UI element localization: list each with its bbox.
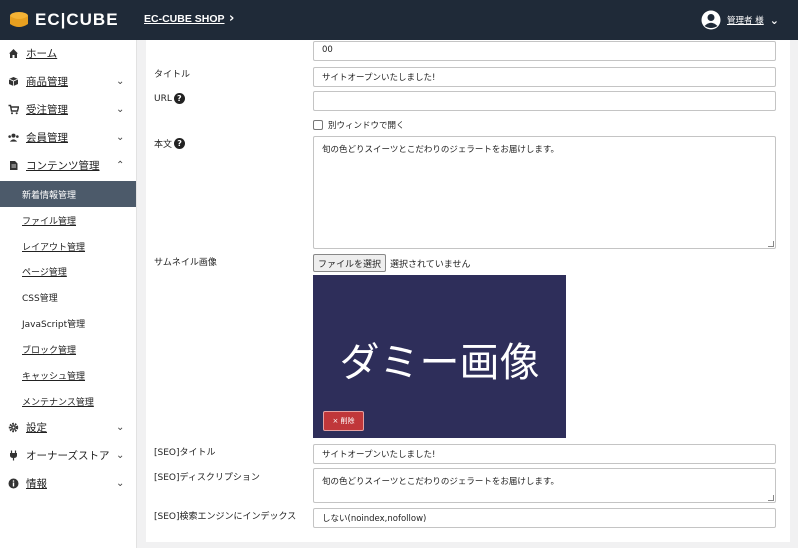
thumbnail-dummy-text: ダミー画像 xyxy=(339,340,540,386)
sidebar-subitem-layout[interactable]: レイアウト管理 xyxy=(0,233,136,259)
sidebar-item-info[interactable]: 情報 ⌄ xyxy=(0,470,136,496)
chevron-down-icon: ⌄ xyxy=(116,477,125,489)
seo-title-input[interactable]: サイトオープンいたしました! xyxy=(313,444,776,464)
new-window-label: 別ウィンドウで開く xyxy=(328,121,405,131)
url-input[interactable] xyxy=(313,91,776,111)
users-icon xyxy=(8,132,19,143)
sidebar-item-label: コンテンツ管理 xyxy=(26,159,100,172)
chevron-down-icon: ⌄ xyxy=(116,103,125,115)
cube-icon xyxy=(8,76,19,87)
help-icon[interactable]: ? xyxy=(174,138,186,149)
new-window-checkbox[interactable] xyxy=(313,120,323,130)
sidebar-item-orders[interactable]: 受注管理 ⌄ xyxy=(0,96,136,122)
resize-handle[interactable] xyxy=(768,241,774,247)
sidebar-subitem-maintenance[interactable]: メンテナンス管理 xyxy=(0,388,136,414)
body-textarea[interactable]: 旬の色どりスイーツとこだわりのジェラートをお届けします。 xyxy=(313,136,776,249)
sidebar-item-label: 設定 xyxy=(26,421,47,434)
chevron-down-icon: ⌄ xyxy=(116,75,125,87)
sidebar: ホーム 商品管理 ⌄ 受注管理 ⌄ 会員管理 ⌄ コンテンツ管理 ⌃ 新着情報管… xyxy=(0,40,137,548)
help-icon[interactable]: ? xyxy=(173,93,185,104)
seo-description-label: [SEO]ディスクリプション xyxy=(154,470,260,483)
file-status: 選択されていません xyxy=(390,259,471,270)
title-label: タイトル xyxy=(154,67,190,80)
sidebar-item-label: 商品管理 xyxy=(26,75,68,88)
chevron-down-icon: ⌄ xyxy=(116,131,125,143)
sidebar-subitem-label: メンテナンス管理 xyxy=(22,397,94,408)
logo-text: EC|CUBE xyxy=(35,10,119,29)
user-menu[interactable]: 管理者 様 ⌄ xyxy=(701,10,779,30)
sidebar-subitem-label: レイアウト管理 xyxy=(22,242,86,253)
sidebar-item-label: 情報 xyxy=(26,477,47,490)
user-avatar-icon xyxy=(701,10,721,30)
chevron-down-icon: ⌄ xyxy=(769,13,779,27)
gear-icon xyxy=(8,422,19,433)
sidebar-item-label: ホーム xyxy=(26,47,58,60)
sidebar-subitem-file[interactable]: ファイル管理 xyxy=(0,207,136,233)
sidebar-subitem-label: ファイル管理 xyxy=(22,216,77,227)
seo-title-label-text: [SEO]タイトル xyxy=(154,448,216,458)
chevron-down-icon: ⌄ xyxy=(116,421,125,433)
sidebar-subitem-css[interactable]: CSS管理 xyxy=(0,284,136,310)
title-label-text: タイトル xyxy=(154,70,191,80)
logo-icon xyxy=(10,12,28,27)
thumbnail-label-text: サムネイル画像 xyxy=(154,258,217,268)
sidebar-subitem-news[interactable]: 新着情報管理 xyxy=(0,181,136,207)
info-icon xyxy=(8,478,19,489)
sidebar-subitem-page[interactable]: ページ管理 xyxy=(0,258,136,284)
file-picker: ファイルを選択 選択されていません xyxy=(313,254,470,272)
sidebar-item-label: 受注管理 xyxy=(26,103,68,116)
chevron-up-icon: ⌃ xyxy=(116,159,125,171)
seo-description-label-text: [SEO]ディスクリプション xyxy=(154,473,260,483)
cart-icon xyxy=(8,104,19,115)
sidebar-item-home[interactable]: ホーム xyxy=(0,40,136,66)
shop-link[interactable]: EC-CUBE SHOP xyxy=(144,13,225,25)
body-label: 本文 ? xyxy=(154,137,186,150)
seo-title-label: [SEO]タイトル xyxy=(154,445,216,458)
user-name: 管理者 様 xyxy=(727,16,764,26)
sidebar-item-contents[interactable]: コンテンツ管理 ⌃ xyxy=(0,152,136,178)
sidebar-subitem-label: ページ管理 xyxy=(22,267,67,278)
sidebar-subitem-label: キャッシュ管理 xyxy=(22,371,86,382)
new-window-row: 別ウィンドウで開く xyxy=(313,119,405,131)
seo-index-select[interactable]: しない(noindex,nofollow) xyxy=(313,508,776,528)
thumbnail-label: サムネイル画像 xyxy=(154,255,217,268)
title-input[interactable]: サイトオープンいたしました! xyxy=(313,67,776,87)
chevron-right-icon: › xyxy=(229,11,235,26)
sidebar-subitem-cache[interactable]: キャッシュ管理 xyxy=(0,362,136,388)
sidebar-item-settings[interactable]: 設定 ⌄ xyxy=(0,414,136,440)
chevron-down-icon: ⌄ xyxy=(116,449,125,461)
file-icon xyxy=(8,160,19,171)
sidebar-subitem-label: JavaScript管理 xyxy=(22,319,86,330)
top-field[interactable]: 00 xyxy=(313,41,776,61)
url-label-text: URL xyxy=(154,93,172,104)
sidebar-item-members[interactable]: 会員管理 ⌄ xyxy=(0,124,136,150)
body-label-text: 本文 xyxy=(154,140,173,150)
sidebar-item-products[interactable]: 商品管理 ⌄ xyxy=(0,68,136,94)
sidebar-item-label: オーナーズストア xyxy=(26,449,110,462)
choose-file-button[interactable]: ファイルを選択 xyxy=(313,254,387,272)
top-header: EC|CUBE EC-CUBE SHOP › 管理者 様 ⌄ xyxy=(0,0,798,40)
seo-description-textarea[interactable]: 旬の色どりスイーツとこだわりのジェラートをお届けします。 xyxy=(313,468,776,503)
sidebar-subitem-block[interactable]: ブロック管理 xyxy=(0,336,136,362)
sidebar-subitem-javascript[interactable]: JavaScript管理 xyxy=(0,310,136,336)
seo-description-text: 旬の色どりスイーツとこだわりのジェラートをお届けします。 xyxy=(322,477,559,487)
url-label: URL ? xyxy=(154,93,185,104)
resize-handle[interactable] xyxy=(768,495,774,501)
body-text: 旬の色どりスイーツとこだわりのジェラートをお届けします。 xyxy=(322,145,559,155)
thumbnail-preview: ダミー画像 × 削除 xyxy=(313,275,566,438)
ec-cube-logo[interactable]: EC|CUBE xyxy=(8,9,119,31)
sidebar-subitem-label: 新着情報管理 xyxy=(22,190,77,201)
sidebar-subitem-label: CSS管理 xyxy=(22,293,58,304)
plug-icon xyxy=(8,450,19,461)
sidebar-subitem-label: ブロック管理 xyxy=(22,345,77,356)
sidebar-item-label: 会員管理 xyxy=(26,131,68,144)
delete-thumbnail-button[interactable]: × 削除 xyxy=(323,411,364,431)
seo-index-label-text: [SEO]検索エンジンにインデックス xyxy=(154,512,297,522)
home-icon xyxy=(8,48,19,59)
seo-index-label: [SEO]検索エンジンにインデックス xyxy=(154,509,296,522)
sidebar-item-owners-store[interactable]: オーナーズストア ⌄ xyxy=(0,442,136,468)
